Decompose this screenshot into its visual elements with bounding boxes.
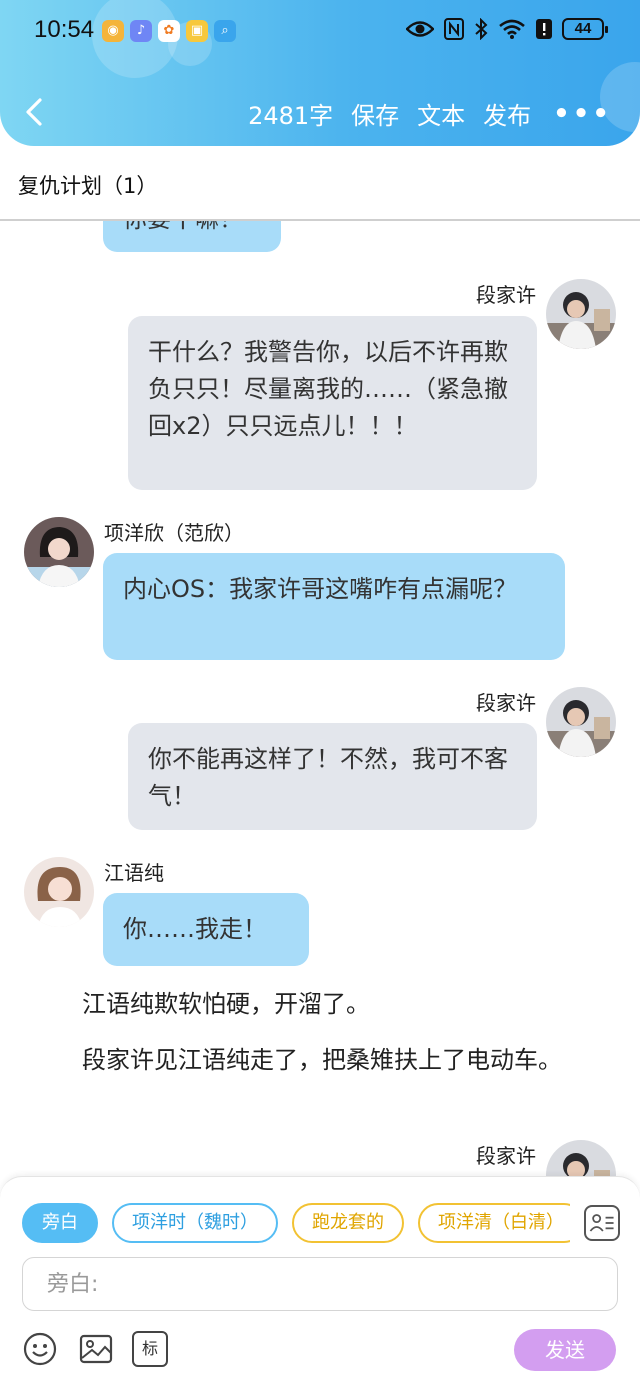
- message-text: 你要干嘛！: [123, 221, 243, 233]
- tag-label: 标: [141, 1339, 158, 1358]
- more-options-button[interactable]: •••: [553, 99, 612, 129]
- role-selector: 旁白 项洋时（魏时） 跑龙套的 项洋清（白清）: [22, 1203, 570, 1243]
- wifi-icon: [499, 19, 525, 39]
- avatar-jiang-yuchun[interactable]: [24, 857, 94, 927]
- tag-button[interactable]: 标: [132, 1331, 168, 1367]
- chat-area[interactable]: 你要干嘛！ 段家许 干什么？我警告你，以后不许再欺负只只！尽量离我的……（紧急撤…: [0, 221, 640, 1176]
- eye-icon: [406, 21, 434, 37]
- chapter-title: 复仇计划（1）: [18, 174, 158, 198]
- chat-bubble-right: 你不能再这样了！不然，我可不客气！: [128, 723, 537, 830]
- boy-portrait-icon: [546, 279, 616, 349]
- save-button[interactable]: 保存: [351, 96, 399, 131]
- role-chip[interactable]: 项洋时（魏时）: [112, 1203, 278, 1243]
- message-input[interactable]: [22, 1257, 618, 1311]
- battery-indicator: 44: [562, 18, 608, 40]
- navbar-actions: 2481字 保存 文本 发布 •••: [248, 96, 612, 131]
- bluetooth-icon: [475, 18, 488, 40]
- speaker-name: 段家许: [476, 283, 536, 307]
- weibo-app-icon: ◉: [102, 20, 124, 42]
- text-mode-button[interactable]: 文本: [417, 96, 465, 131]
- composer-panel: 旁白 项洋时（魏时） 跑龙套的 项洋清（白清） 标 发送: [0, 1176, 640, 1387]
- role-list-icon[interactable]: [584, 1205, 620, 1241]
- narration-paragraph: 段家许见江语纯走了，把桑雉扶上了电动车。: [82, 1046, 562, 1074]
- avatar-xiang-yangxin[interactable]: [24, 517, 94, 587]
- status-indicators: 44: [406, 18, 608, 40]
- boy-portrait-icon: [546, 1140, 616, 1176]
- boy-portrait-icon: [546, 687, 616, 757]
- image-icon[interactable]: [78, 1331, 114, 1367]
- speaker-name: 江语纯: [104, 861, 164, 885]
- speaker-name: 项洋欣（范欣）: [104, 521, 244, 545]
- search-app-icon: ⌕: [214, 20, 236, 42]
- nfc-icon: [444, 18, 464, 40]
- message-text: 干什么？我警告你，以后不许再欺负只只！尽量离我的……（紧急撤回x2）只只远点儿！…: [148, 338, 508, 440]
- word-count: 2481字: [248, 102, 334, 130]
- role-chip[interactable]: 项洋清（白清）: [418, 1203, 570, 1243]
- role-chip[interactable]: 跑龙套的: [292, 1203, 404, 1243]
- editor-navbar: 2481字 保存 文本 发布 •••: [0, 80, 640, 144]
- chat-app-icon: ▣: [186, 20, 208, 42]
- girl-portrait-icon: [24, 517, 94, 587]
- message-text: 你……我走！: [123, 915, 267, 943]
- chat-bubble-right: 干什么？我警告你，以后不许再欺负只只！尽量离我的……（紧急撤回x2）只只远点儿！…: [128, 316, 537, 490]
- message-text: 内心OS：我家许哥这嘴咋有点漏呢？: [123, 575, 518, 603]
- back-arrow-icon[interactable]: [18, 94, 54, 130]
- role-chip-narration[interactable]: 旁白: [22, 1203, 98, 1243]
- speaker-name: 段家许: [476, 1144, 536, 1168]
- shopping-app-icon: ✿: [158, 20, 180, 42]
- send-button[interactable]: 发送: [514, 1329, 616, 1371]
- chat-bubble-left: 你……我走！: [103, 893, 309, 966]
- narration-paragraph: 江语纯欺软怕硬，开溜了。: [82, 990, 370, 1018]
- emoji-icon[interactable]: [22, 1331, 58, 1367]
- message-text: 你不能再这样了！不然，我可不客气！: [148, 745, 508, 810]
- top-header: 10:54 ◉ ♪ ✿ ▣ ⌕ 44 2481字 保存 文本 发布 •••: [0, 0, 640, 146]
- status-time: 10:54: [34, 16, 95, 43]
- speaker-name: 段家许: [476, 691, 536, 715]
- publish-button[interactable]: 发布: [483, 96, 531, 131]
- status-bar: 10:54 ◉ ♪ ✿ ▣ ⌕ 44: [0, 0, 640, 64]
- alert-icon: [536, 19, 552, 39]
- music-app-icon: ♪: [130, 20, 152, 42]
- girl-portrait-icon: [24, 857, 94, 927]
- avatar-duan-jiaxu[interactable]: [546, 1140, 616, 1176]
- chat-bubble-partial: 你要干嘛！: [103, 221, 281, 252]
- chat-bubble-left: 内心OS：我家许哥这嘴咋有点漏呢？: [103, 553, 565, 660]
- avatar-duan-jiaxu[interactable]: [546, 279, 616, 349]
- avatar-duan-jiaxu[interactable]: [546, 687, 616, 757]
